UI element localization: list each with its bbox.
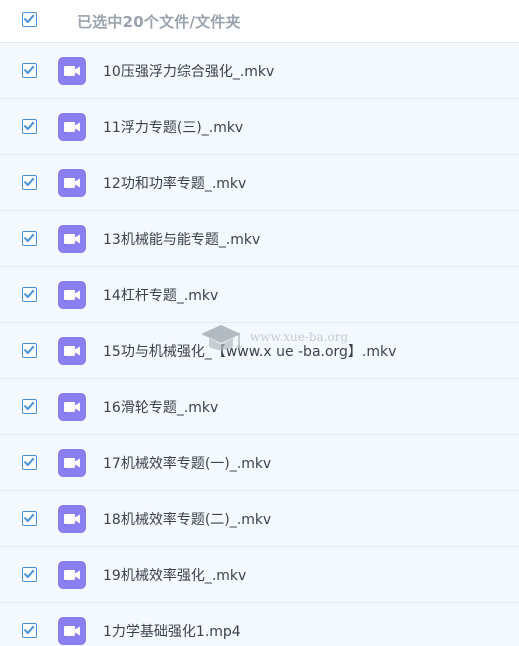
selection-header: 已选中20个文件/文件夹 xyxy=(0,0,519,42)
video-file-icon xyxy=(58,169,86,201)
file-checkbox[interactable] xyxy=(22,287,37,302)
video-file-icon xyxy=(58,449,86,481)
file-checkbox[interactable] xyxy=(22,119,37,134)
file-row[interactable]: 11浮力专题(三)_.mkv xyxy=(0,98,519,154)
file-row[interactable]: 18机械效率专题(二)_.mkv xyxy=(0,490,519,546)
file-name: 16滑轮专题_.mkv xyxy=(103,400,219,416)
checkmark-icon xyxy=(24,513,35,522)
checkmark-icon xyxy=(24,401,35,410)
file-row[interactable]: 16滑轮专题_.mkv xyxy=(0,378,519,434)
selection-count-label: 已选中20个文件/文件夹 xyxy=(77,13,241,31)
file-row[interactable]: 19机械效率强化_.mkv xyxy=(0,546,519,602)
file-row[interactable]: 17机械效率专题(一)_.mkv xyxy=(0,434,519,490)
file-name: 1力学基础强化1.mp4 xyxy=(103,624,241,640)
file-checkbox[interactable] xyxy=(22,63,37,78)
video-file-icon xyxy=(58,281,86,313)
checkmark-icon xyxy=(24,65,35,74)
file-name: 17机械效率专题(一)_.mkv xyxy=(103,456,272,472)
select-all-checkbox[interactable] xyxy=(22,12,37,27)
checkmark-icon xyxy=(24,457,35,466)
video-file-icon xyxy=(58,57,86,89)
file-name: 12功和功率专题_.mkv xyxy=(103,176,247,192)
checkmark-icon xyxy=(24,121,35,130)
file-checkbox[interactable] xyxy=(22,399,37,414)
file-selection-panel: 已选中20个文件/文件夹 10压强浮力综合强化_.mkv 11浮力专题(三)_.m… xyxy=(0,0,519,646)
file-name: 11浮力专题(三)_.mkv xyxy=(103,120,244,136)
video-file-icon xyxy=(58,505,86,537)
file-checkbox[interactable] xyxy=(22,455,37,470)
checkmark-icon xyxy=(24,569,35,578)
file-name: 18机械效率专题(二)_.mkv xyxy=(103,512,272,528)
file-row[interactable]: 1力学基础强化1.mp4 xyxy=(0,602,519,646)
video-file-icon xyxy=(58,113,86,145)
video-file-icon xyxy=(58,561,86,593)
file-name: 14杠杆专题_.mkv xyxy=(103,288,219,304)
file-checkbox[interactable] xyxy=(22,175,37,190)
video-file-icon xyxy=(58,617,86,646)
file-name: 10压强浮力综合强化_.mkv xyxy=(103,64,275,80)
file-row[interactable]: 10压强浮力综合强化_.mkv xyxy=(0,42,519,98)
checkmark-icon xyxy=(24,14,35,23)
checkmark-icon xyxy=(24,233,35,242)
checkmark-icon xyxy=(24,625,35,634)
file-row[interactable]: 12功和功率专题_.mkv xyxy=(0,154,519,210)
file-list: 10压强浮力综合强化_.mkv 11浮力专题(三)_.mkv 12功和功率专题_.m… xyxy=(0,42,519,646)
file-name: 19机械效率强化_.mkv xyxy=(103,568,247,584)
file-name: 13机械能与能专题_.mkv xyxy=(103,232,261,248)
file-checkbox[interactable] xyxy=(22,511,37,526)
file-row[interactable]: 15功与机械强化_【www.x ue -ba.org】.mkv xyxy=(0,322,519,378)
checkmark-icon xyxy=(24,289,35,298)
checkmark-icon xyxy=(24,345,35,354)
file-checkbox[interactable] xyxy=(22,567,37,582)
file-checkbox[interactable] xyxy=(22,231,37,246)
file-name: 15功与机械强化_【www.x ue -ba.org】.mkv xyxy=(103,344,397,360)
file-row[interactable]: 13机械能与能专题_.mkv xyxy=(0,210,519,266)
file-checkbox[interactable] xyxy=(22,343,37,358)
file-row[interactable]: 14杠杆专题_.mkv xyxy=(0,266,519,322)
checkmark-icon xyxy=(24,177,35,186)
file-checkbox[interactable] xyxy=(22,623,37,638)
video-file-icon xyxy=(58,337,86,369)
video-file-icon xyxy=(58,225,86,257)
video-file-icon xyxy=(58,393,86,425)
